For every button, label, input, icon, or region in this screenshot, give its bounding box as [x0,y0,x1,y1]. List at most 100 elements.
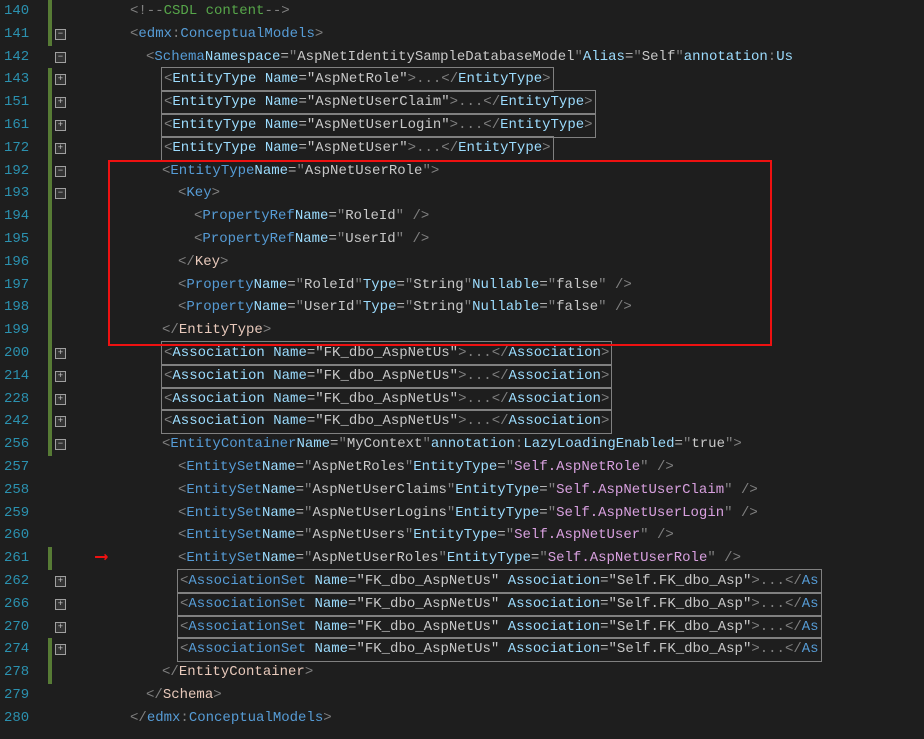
line-number[interactable]: 143 [4,68,42,91]
line-number[interactable]: 257 [4,456,42,479]
line-number-gutter[interactable]: 1401411421431511611721921931941951961971… [0,0,48,739]
line-number[interactable]: 142 [4,46,42,69]
fold-toggle-collapsed-icon[interactable]: + [55,97,66,108]
code-line[interactable]: <EntitySet Name="AspNetRoles" EntityType… [74,456,924,479]
code-line[interactable]: <EntityType Name="AspNetUserClaim">...</… [74,91,924,114]
line-number[interactable]: 280 [4,707,42,730]
code-line[interactable]: <Property Name="UserId" Type="String" Nu… [74,296,924,319]
code-line[interactable]: <PropertyRef Name="UserId" /> [74,228,924,251]
token: : [172,23,180,46]
code-line[interactable]: <PropertyRef Name="RoleId" /> [74,205,924,228]
folded-region[interactable]: <AssociationSet Name="FK_dbo_AspNetUs" A… [178,593,821,616]
line-number[interactable]: 258 [4,479,42,502]
folded-region[interactable]: <EntityType Name="AspNetUserClaim">...</… [162,91,595,114]
fold-toggle-expanded-icon[interactable]: − [55,188,66,199]
line-number[interactable]: 140 [4,0,42,23]
line-number[interactable]: 262 [4,570,42,593]
folded-region[interactable]: <Association Name="FK_dbo_AspNetUs">...<… [162,342,611,365]
line-number[interactable]: 242 [4,410,42,433]
fold-toggle-collapsed-icon[interactable]: + [55,143,66,154]
code-line[interactable]: <EntitySet Name="AspNetUserClaims" Entit… [74,479,924,502]
code-editor[interactable]: 1401411421431511611721921931941951961971… [0,0,924,739]
line-number[interactable]: 161 [4,114,42,137]
code-line[interactable]: <EntitySet Name="AspNetUserRoles" Entity… [74,547,924,570]
fold-toggle-expanded-icon[interactable]: − [55,166,66,177]
code-line[interactable]: </Schema> [74,684,924,707]
fold-toggle-collapsed-icon[interactable]: + [55,348,66,359]
line-number[interactable]: 266 [4,593,42,616]
code-line[interactable]: <!-- CSDL content --> [74,0,924,23]
line-number[interactable]: 270 [4,616,42,639]
line-number[interactable]: 228 [4,388,42,411]
code-line[interactable]: <AssociationSet Name="FK_dbo_AspNetUs" A… [74,570,924,593]
fold-toggle-collapsed-icon[interactable]: + [55,599,66,610]
fold-toggle-collapsed-icon[interactable]: + [55,74,66,85]
line-number[interactable]: 172 [4,137,42,160]
fold-toggle-expanded-icon[interactable]: − [55,439,66,450]
fold-toggle-collapsed-icon[interactable]: + [55,416,66,427]
code-line[interactable]: <Key> [74,182,924,205]
line-number[interactable]: 192 [4,160,42,183]
line-number[interactable]: 141 [4,23,42,46]
code-line[interactable]: </EntityContainer> [74,661,924,684]
folded-region[interactable]: <EntityType Name="AspNetRole">...</Entit… [162,68,553,91]
code-line[interactable]: <Association Name="FK_dbo_AspNetUs">...<… [74,410,924,433]
folded-region[interactable]: <Association Name="FK_dbo_AspNetUs">...<… [162,388,611,411]
code-area[interactable]: ⟶<!-- CSDL content --><edmx:ConceptualMo… [68,0,924,739]
code-line[interactable]: <Association Name="FK_dbo_AspNetUs">...<… [74,388,924,411]
code-line[interactable]: <EntityType Name="AspNetUser">...</Entit… [74,137,924,160]
line-number[interactable]: 194 [4,205,42,228]
code-line[interactable]: <AssociationSet Name="FK_dbo_AspNetUs" A… [74,638,924,661]
line-number[interactable]: 151 [4,91,42,114]
line-number[interactable]: 193 [4,182,42,205]
folded-region[interactable]: <Association Name="FK_dbo_AspNetUs">...<… [162,365,611,388]
code-line[interactable]: <Schema Namespace="AspNetIdentitySampleD… [74,46,924,69]
folded-region[interactable]: <EntityType Name="AspNetUserLogin">...</… [162,114,595,137]
line-number[interactable]: 259 [4,502,42,525]
fold-toggle-expanded-icon[interactable]: − [55,29,66,40]
code-line[interactable]: <EntitySet Name="AspNetUsers" EntityType… [74,524,924,547]
fold-toggle-collapsed-icon[interactable]: + [55,622,66,633]
fold-toggle-expanded-icon[interactable]: − [55,52,66,63]
code-line[interactable]: <Association Name="FK_dbo_AspNetUs">...<… [74,342,924,365]
code-line[interactable]: <EntitySet Name="AspNetUserLogins" Entit… [74,502,924,525]
code-line[interactable]: <EntityType Name="AspNetRole">...</Entit… [74,68,924,91]
fold-column[interactable]: − − + + + + − − + + + + − + + + + [54,0,68,739]
token: < [146,46,154,69]
line-number[interactable]: 195 [4,228,42,251]
token: > [315,23,323,46]
code-line[interactable]: <AssociationSet Name="FK_dbo_AspNetUs" A… [74,616,924,639]
code-line[interactable]: <Property Name="RoleId" Type="String" Nu… [74,274,924,297]
folded-region[interactable]: <AssociationSet Name="FK_dbo_AspNetUs" A… [178,616,821,639]
line-number[interactable]: 200 [4,342,42,365]
code-line[interactable]: </Key> [74,251,924,274]
code-line[interactable]: </EntityType> [74,319,924,342]
code-line[interactable]: <EntityContainer Name="MyContext" annota… [74,433,924,456]
line-number[interactable]: 256 [4,433,42,456]
folded-region[interactable]: <AssociationSet Name="FK_dbo_AspNetUs" A… [178,570,821,593]
line-number[interactable]: 274 [4,638,42,661]
line-number[interactable]: 198 [4,296,42,319]
line-number[interactable]: 196 [4,251,42,274]
code-line[interactable]: <Association Name="FK_dbo_AspNetUs">...<… [74,365,924,388]
folded-region[interactable]: <Association Name="FK_dbo_AspNetUs">...<… [162,410,611,433]
line-number[interactable]: 279 [4,684,42,707]
folded-region[interactable]: <AssociationSet Name="FK_dbo_AspNetUs" A… [178,638,821,661]
code-line[interactable]: <AssociationSet Name="FK_dbo_AspNetUs" A… [74,593,924,616]
code-line[interactable]: <EntityType Name="AspNetUserRole"> [74,160,924,183]
folded-region[interactable]: <EntityType Name="AspNetUser">...</Entit… [162,137,553,160]
fold-toggle-collapsed-icon[interactable]: + [55,644,66,655]
line-number[interactable]: 214 [4,365,42,388]
line-number[interactable]: 278 [4,661,42,684]
line-number[interactable]: 261 [4,547,42,570]
fold-toggle-collapsed-icon[interactable]: + [55,120,66,131]
line-number[interactable]: 199 [4,319,42,342]
fold-toggle-collapsed-icon[interactable]: + [55,371,66,382]
line-number[interactable]: 197 [4,274,42,297]
code-line[interactable]: <EntityType Name="AspNetUserLogin">...</… [74,114,924,137]
fold-toggle-collapsed-icon[interactable]: + [55,394,66,405]
code-line[interactable]: </edmx:ConceptualModels> [74,707,924,730]
line-number[interactable]: 260 [4,524,42,547]
fold-toggle-collapsed-icon[interactable]: + [55,576,66,587]
code-line[interactable]: <edmx:ConceptualModels> [74,23,924,46]
